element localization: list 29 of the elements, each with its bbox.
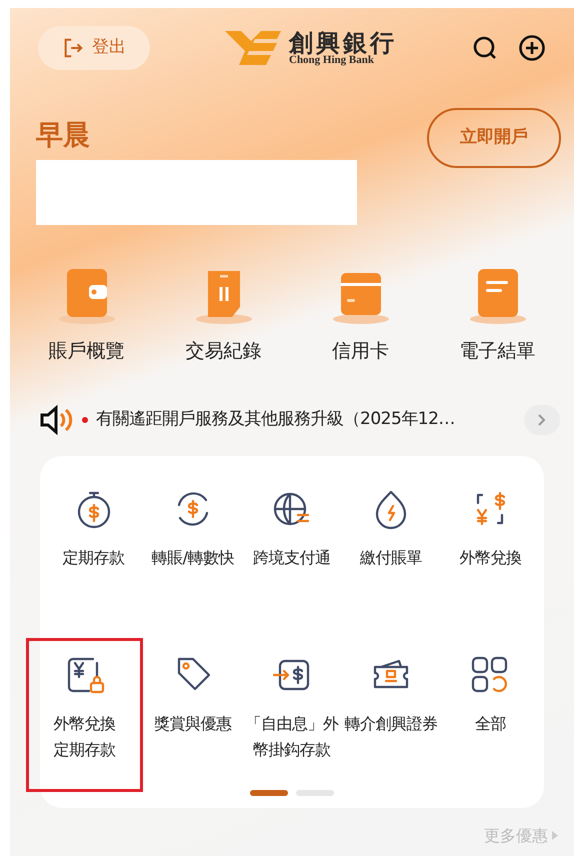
- greeting-text: 早晨: [36, 119, 90, 153]
- service-item[interactable]: 轉介創興證券: [342, 638, 441, 792]
- service-item[interactable]: 跨境支付通: [242, 472, 342, 626]
- service-item[interactable]: 繳付賬單: [342, 472, 441, 626]
- triangle-icon: [552, 831, 558, 840]
- quick-action[interactable]: 信用卡: [292, 267, 429, 366]
- notice-text[interactable]: 有關遙距開戶服務及其他服務升級（2025年12…: [96, 406, 455, 432]
- chevron-icon: [537, 412, 547, 426]
- search-icon[interactable]: [472, 35, 498, 61]
- service-item[interactable]: 獎賞與優惠: [143, 638, 242, 792]
- add-icon[interactable]: [518, 34, 546, 62]
- service-item[interactable]: 外幣兌換定期存款: [26, 638, 144, 792]
- service-item[interactable]: 轉賬/轉數快: [143, 472, 242, 626]
- logo-subtext: Chong Hing Bank: [289, 54, 374, 66]
- chevron-button[interactable]: [524, 404, 560, 434]
- service-item[interactable]: 定期存款: [44, 472, 144, 626]
- service-item[interactable]: 外幣兌換: [440, 472, 540, 626]
- page-indicator[interactable]: [250, 790, 288, 796]
- logout-icon: [62, 37, 84, 59]
- receipt-icon: [468, 267, 528, 325]
- quick-action[interactable]: 電子結單: [429, 267, 566, 366]
- logo-text: 創興銀行: [289, 30, 397, 54]
- speaker-icon: [38, 404, 74, 436]
- quick-action[interactable]: 賬戶概覽: [18, 267, 155, 366]
- wallet-icon: [56, 267, 116, 325]
- quick-action[interactable]: 交易紀錄: [155, 267, 292, 366]
- service-item[interactable]: 「自由息」外幣掛鈎存款: [242, 638, 342, 792]
- service-item[interactable]: 全部: [440, 638, 540, 792]
- logo-icon: [225, 31, 281, 65]
